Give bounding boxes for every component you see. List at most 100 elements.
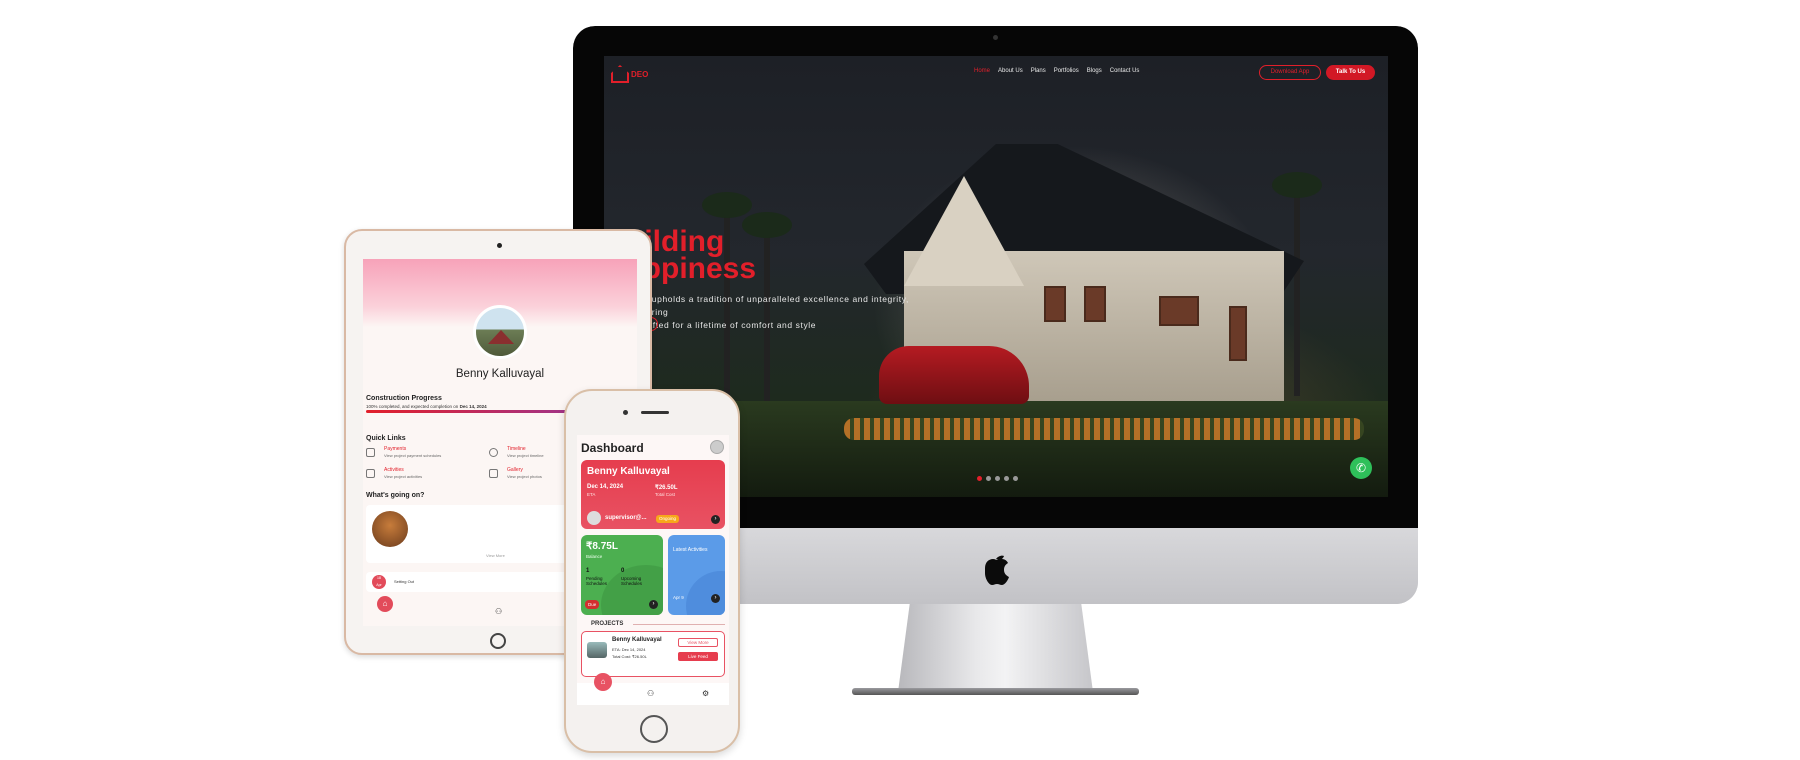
quick-link-title: Timeline — [507, 446, 526, 452]
house-door — [1229, 306, 1247, 361]
payment-icon — [366, 448, 375, 457]
quick-link-title: Gallery — [507, 467, 523, 473]
quick-link-sub: View project payment schedules — [384, 453, 442, 458]
cost-label: Total Cost — [655, 492, 676, 497]
quick-link-sub: View project timeline — [507, 453, 544, 458]
progress-text: 100% completed, and expected completion … — [366, 404, 487, 409]
project-summary-card[interactable]: Benny Kalluvayal Dec 14, 2024 ETA ₹26.50… — [581, 460, 725, 529]
client-name: Benny Kalluvayal — [587, 466, 670, 477]
hero-subtitle-line2: es crafted for a lifetime of comfort and… — [626, 320, 817, 330]
house-window — [1084, 286, 1106, 322]
camera-icon — [623, 410, 628, 415]
house-logo-icon — [611, 65, 629, 83]
avatar[interactable] — [710, 440, 724, 454]
balance-card[interactable]: ₹8.75L Balance 1 Pending Schedules 0 Upc… — [581, 535, 663, 615]
slider-dot[interactable] — [977, 476, 982, 481]
activities-card[interactable]: Latest Activities Apr 9 › — [668, 535, 725, 615]
hero-subtitle: vings upholds a tradition of unparallele… — [626, 293, 946, 332]
project-item[interactable]: Benny Kalluvayal ETA: Dec 14, 2024 Total… — [581, 631, 725, 677]
arrow-right-icon[interactable]: › — [711, 594, 720, 603]
main-menu: Home About Us Plans Portfolios Blogs Con… — [974, 68, 1139, 74]
eta-value: Dec 14, 2024 — [587, 484, 624, 490]
home-icon[interactable]: ⌂ — [594, 673, 612, 691]
projects-heading: PROJECTS — [581, 621, 725, 627]
slider-dot[interactable] — [986, 476, 991, 481]
camera-icon — [993, 35, 998, 40]
upcoming-label: Upcoming Schedules — [621, 576, 642, 586]
user-icon[interactable]: ⚇ — [647, 689, 654, 698]
project-avatar — [473, 305, 527, 359]
talk-to-us-button[interactable]: Talk To Us — [1326, 65, 1375, 80]
menu-item-about[interactable]: About Us — [998, 68, 1023, 74]
device-mockup-stage: DEO Home About Us Plans Portfolios Blogs… — [0, 0, 1800, 760]
arrow-right-icon[interactable]: › — [649, 600, 658, 609]
progress-heading: Construction Progress — [366, 395, 442, 402]
hero-subtitle-line1: vings upholds a tradition of unparallele… — [626, 294, 909, 317]
phone-screen: Dashboard Benny Kalluvayal Dec 14, 2024 … — [577, 435, 729, 705]
quick-link-payments[interactable]: Payments View project payment schedules — [366, 446, 486, 460]
quick-link-title: Activities — [384, 467, 404, 473]
site-navbar: DEO Home About Us Plans Portfolios Blogs… — [604, 56, 1388, 92]
event-month: Apr — [376, 583, 382, 587]
due-badge: Due — [585, 600, 600, 609]
whatsapp-icon[interactable]: ✆ — [1350, 457, 1372, 479]
house-window — [1044, 286, 1066, 322]
quick-links-heading: Quick Links — [366, 435, 406, 442]
arrow-right-icon[interactable]: › — [711, 515, 720, 524]
live-feed-button[interactable]: Live Feed — [678, 652, 718, 661]
menu-item-contact[interactable]: Contact Us — [1110, 68, 1140, 74]
home-button[interactable] — [640, 715, 668, 743]
pending-label: Pending Schedules — [586, 576, 607, 586]
slider-dot[interactable] — [1004, 476, 1009, 481]
gear-icon[interactable]: ⚙ — [702, 689, 709, 698]
menu-item-home[interactable]: Home — [974, 68, 990, 74]
project-name: Benny Kalluvayal — [612, 637, 662, 643]
activity-thumbnail — [372, 511, 408, 547]
user-icon[interactable]: ⚇ — [495, 607, 502, 616]
view-more-link[interactable]: View More — [486, 553, 505, 558]
clock-icon — [489, 448, 498, 457]
projects-heading-text: PROJECTS — [591, 621, 624, 627]
activities-title: Latest Activities — [673, 547, 708, 553]
view-more-button[interactable]: View More — [678, 638, 718, 647]
download-app-button[interactable]: Download App — [1259, 65, 1321, 80]
balance-value: ₹8.75L — [586, 541, 618, 552]
status-badge: Ongoing — [656, 515, 680, 523]
menu-item-portfolios[interactable]: Portfolios — [1054, 68, 1079, 74]
supervisor-avatar — [587, 511, 601, 525]
menu-item-blogs[interactable]: Blogs — [1087, 68, 1102, 74]
quick-link-activities[interactable]: Activities View project activities — [366, 467, 486, 481]
slider-dot[interactable] — [1013, 476, 1018, 481]
event-date-badge: 18 Apr — [372, 575, 386, 589]
pending-count: 1 — [586, 568, 590, 574]
quick-link-title: Payments — [384, 446, 407, 452]
balance-label: Balance — [586, 554, 603, 559]
quick-link-sub: View project activities — [384, 474, 423, 479]
site-logo[interactable]: DEO — [611, 65, 655, 85]
slider-dot[interactable] — [995, 476, 1000, 481]
supervisor-email: supervisor@... — [605, 515, 647, 521]
imac-stand — [898, 604, 1093, 692]
slider-dots — [977, 476, 1018, 481]
speaker-grille — [641, 411, 669, 414]
project-cost: Total Cost: ₹26.50L — [612, 654, 647, 659]
eta-label: ETA — [587, 492, 596, 497]
event-text: Setting Out — [394, 579, 415, 584]
menu-item-plans[interactable]: Plans — [1031, 68, 1046, 74]
page-title: Dashboard — [581, 441, 644, 455]
upcoming-count: 0 — [621, 568, 625, 574]
imac-foot — [852, 688, 1139, 695]
upcoming-label-line2: Schedules — [621, 581, 643, 586]
progress-date: Dec 14, 2024 — [459, 404, 487, 409]
gallery-icon — [489, 469, 498, 478]
activities-date: Apr 9 — [673, 595, 684, 600]
project-thumbnail — [587, 642, 607, 658]
cost-value: ₹26.50L — [655, 485, 678, 491]
flower-bed — [844, 418, 1364, 440]
palm-tree — [1272, 172, 1322, 396]
apple-logo-icon — [985, 555, 1009, 585]
home-icon[interactable]: ⌂ — [377, 596, 393, 612]
pending-label-line2: Schedules — [586, 581, 608, 586]
home-button[interactable] — [490, 633, 506, 649]
user-name: Benny Kalluvayal — [455, 368, 545, 380]
